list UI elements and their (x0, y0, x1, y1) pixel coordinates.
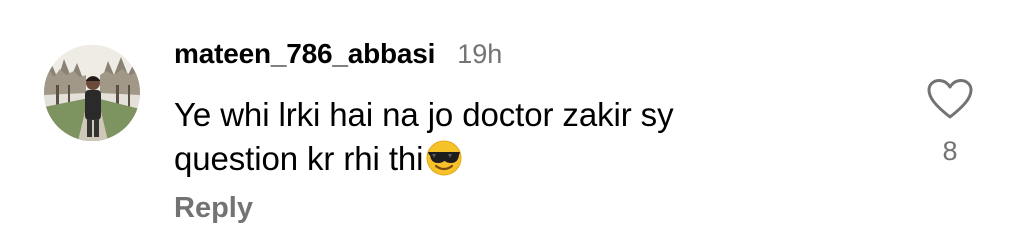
like-button[interactable] (926, 78, 974, 120)
heart-icon (927, 79, 973, 119)
avatar-photo (44, 45, 140, 141)
comment-text-line-1: Ye whi lrki hai na jo doctor zakir sy (174, 96, 674, 133)
comment-text: Ye whi lrki hai na jo doctor zakir sy qu… (174, 93, 874, 181)
comment-text-line-2: question kr rhi thi (174, 140, 424, 177)
like-count: 8 (942, 136, 958, 166)
username[interactable]: mateen_786_abbasi (174, 38, 435, 70)
timestamp: 19h (457, 39, 503, 69)
reply-button[interactable]: Reply (174, 192, 253, 225)
avatar[interactable] (44, 45, 140, 141)
comment-item: mateen_786_abbasi 19h Ye whi lrki hai na… (0, 0, 1024, 247)
smiling-face-with-sunglasses-icon (426, 140, 462, 176)
comment-header: mateen_786_abbasi 19h (174, 38, 502, 70)
